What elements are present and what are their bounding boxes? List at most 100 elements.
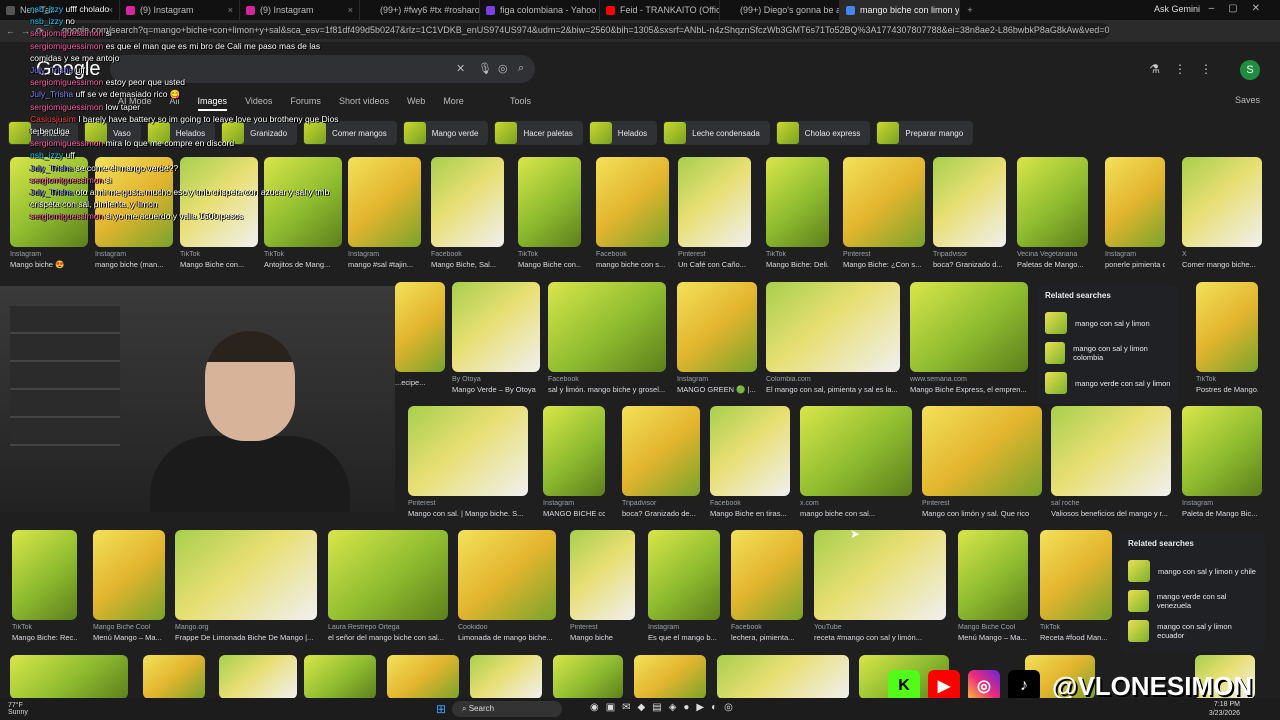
result-thumbnail[interactable] <box>1017 157 1088 247</box>
result-thumbnail[interactable] <box>710 406 790 496</box>
image-result[interactable]: Mango.org Frappe De Limonada Biche De Man… <box>175 530 317 642</box>
filter-tab[interactable]: Short videos <box>339 96 389 106</box>
result-source[interactable]: Instagram <box>1105 251 1165 258</box>
image-result[interactable]: TikTok Mango Biche: Deli... <box>766 157 829 269</box>
refinement-chip[interactable]: Mango verde <box>402 121 489 145</box>
image-result[interactable]: sal roche Valiosos beneficios del mango y… <box>1051 406 1171 518</box>
labs-apps-icons[interactable]: ⚗⋮⋮ <box>1149 62 1226 76</box>
filter-tab[interactable]: Web <box>407 96 425 106</box>
image-result[interactable]: Tripadvisor boca? Granizado d... <box>933 157 1006 269</box>
result-thumbnail[interactable] <box>766 282 900 372</box>
result-thumbnail[interactable] <box>910 282 1028 372</box>
image-result[interactable]: Vecina Vegetariana Paletas de Mango... <box>1017 157 1088 269</box>
result-thumbnail[interactable] <box>328 530 448 620</box>
image-result[interactable]: Mango Biche Cool Menú Mango – Ma... <box>93 530 165 642</box>
result-thumbnail[interactable] <box>518 157 581 247</box>
result-thumbnail[interactable] <box>1196 282 1258 372</box>
result-title[interactable]: Valiosos beneficios del mango y r... <box>1051 509 1171 518</box>
browser-tab[interactable]: (99+) Diego's gonna be at the b× <box>720 0 840 20</box>
result-source[interactable]: Instagram <box>543 500 605 507</box>
result-title[interactable]: Mango con sal. | Mango biche. S... <box>408 509 528 518</box>
result-source[interactable]: Instagram <box>677 376 757 383</box>
image-result[interactable]: Facebook Mango Biche, Sal... <box>431 157 504 269</box>
result-title[interactable]: Receta #food Man... <box>1040 633 1112 642</box>
result-source[interactable]: TikTok <box>1196 376 1258 383</box>
result-thumbnail[interactable] <box>12 530 77 620</box>
image-result[interactable]: TikTok Mango Biche con... <box>518 157 581 269</box>
result-thumbnail[interactable] <box>933 157 1006 247</box>
result-title[interactable]: Postres de Mango... <box>1196 385 1258 394</box>
related-search-item[interactable]: mango verde con sal venezuela <box>1128 586 1257 616</box>
result-source[interactable]: TikTok <box>180 251 258 258</box>
result-source[interactable]: X <box>1182 251 1262 258</box>
image-result[interactable]: Pinterest Mango con sal. | Mango biche. S… <box>408 406 528 518</box>
result-title[interactable]: Limonada de mango biche... <box>458 633 556 642</box>
result-title[interactable]: sal y limón. mango biche y grosel... <box>548 385 666 394</box>
saves-button[interactable]: Saves <box>1235 95 1260 105</box>
result-thumbnail[interactable] <box>634 655 706 699</box>
result-title[interactable]: Mango Biche en tiras... <box>710 509 790 518</box>
tab-close-icon[interactable]: × <box>348 5 353 15</box>
result-title[interactable]: Mango Biche: Rec... <box>12 633 77 642</box>
result-thumbnail[interactable] <box>408 406 528 496</box>
result-thumbnail[interactable] <box>678 157 751 247</box>
result-thumbnail[interactable] <box>93 530 165 620</box>
result-thumbnail[interactable] <box>470 655 542 699</box>
result-title[interactable]: el señor del mango biche con sal... <box>328 633 448 642</box>
image-result[interactable]: Facebook Mango Biche en tiras... <box>710 406 790 518</box>
result-title[interactable]: Mango Biche con... <box>180 260 258 269</box>
result-thumbnail[interactable] <box>10 655 128 699</box>
result-thumbnail[interactable] <box>570 530 635 620</box>
result-source[interactable]: Facebook <box>548 376 666 383</box>
browser-tab[interactable]: mango biche con limon y sal -× <box>840 0 960 20</box>
result-title[interactable]: boca? Granizado d... <box>933 260 1006 269</box>
refinement-chip[interactable]: Leche condensada <box>663 121 770 145</box>
result-thumbnail[interactable] <box>596 157 669 247</box>
result-title[interactable]: Menú Mango – Ma... <box>93 633 165 642</box>
result-thumbnail[interactable] <box>175 530 317 620</box>
result-source[interactable]: x.com <box>800 500 912 507</box>
related-search-item[interactable]: mango con sal y limon ecuador <box>1128 616 1257 646</box>
result-title[interactable]: Antojitos de Mang... <box>264 260 342 269</box>
result-source[interactable]: Instagram <box>1182 500 1262 507</box>
image-result[interactable]: Mango Biche Cool Menú Mango – Ma... <box>958 530 1028 642</box>
image-result[interactable]: Instagram Es que el mango b... <box>648 530 720 642</box>
image-result[interactable]: X Comer mango biche... <box>1182 157 1262 269</box>
image-result[interactable]: Facebook sal y limón. mango biche y grose… <box>548 282 666 394</box>
refinement-chip[interactable]: Helados <box>588 121 658 145</box>
related-search-item[interactable]: mango verde con sal y limon <box>1045 368 1171 398</box>
result-thumbnail[interactable] <box>395 282 445 372</box>
result-thumbnail[interactable] <box>304 655 376 699</box>
browser-tab[interactable]: (99+) #fwy6 #tx #rosharon #m× <box>360 0 480 20</box>
clear-icon[interactable]: ✕ <box>456 62 465 75</box>
result-thumbnail[interactable] <box>548 282 666 372</box>
taskbar-search[interactable]: ⌕ Search <box>452 701 562 717</box>
lens-icon[interactable]: ◎ <box>498 62 508 75</box>
result-title[interactable]: ...ecipe... <box>395 378 445 387</box>
result-title[interactable]: Menú Mango – Ma... <box>958 633 1028 642</box>
result-source[interactable]: Facebook <box>596 251 669 258</box>
result-source[interactable]: Mango.org <box>175 624 317 631</box>
image-result[interactable]: www.semana.com Mango Biche Express, el em… <box>910 282 1028 394</box>
image-result[interactable]: TikTok Postres de Mango... <box>1196 282 1258 394</box>
image-result[interactable]: TikTok Mango Biche: Rec... <box>12 530 77 642</box>
result-title[interactable]: mango biche con sal... <box>800 509 912 518</box>
result-thumbnail[interactable] <box>717 655 849 699</box>
result-thumbnail[interactable] <box>731 530 803 620</box>
result-source[interactable]: Laura Restrepo Ortega <box>328 624 448 631</box>
result-title[interactable]: Mango Biche Express, el empren... <box>910 385 1028 394</box>
image-result[interactable]: x.com mango biche con sal... <box>800 406 912 518</box>
result-title[interactable]: Mango Biche: Deli... <box>766 260 829 269</box>
result-title[interactable]: MANGO BICHE co... <box>543 509 605 518</box>
result-source[interactable]: Colombia.com <box>766 376 900 383</box>
result-source[interactable]: By Otoya <box>452 376 540 383</box>
result-thumbnail[interactable] <box>387 655 459 699</box>
result-source[interactable]: Instagram <box>10 251 88 258</box>
result-source[interactable]: Cookidoo <box>458 624 556 631</box>
result-title[interactable]: Paleta de Mango Bic... <box>1182 509 1262 518</box>
result-thumbnail[interactable] <box>219 655 297 699</box>
browser-tab[interactable]: figa colombiana - Yahoo Search× <box>480 0 600 20</box>
image-result[interactable]: Cookidoo Limonada de mango biche... <box>458 530 556 642</box>
result-title[interactable]: mango biche (man... <box>95 260 173 269</box>
result-thumbnail[interactable] <box>1182 406 1262 496</box>
